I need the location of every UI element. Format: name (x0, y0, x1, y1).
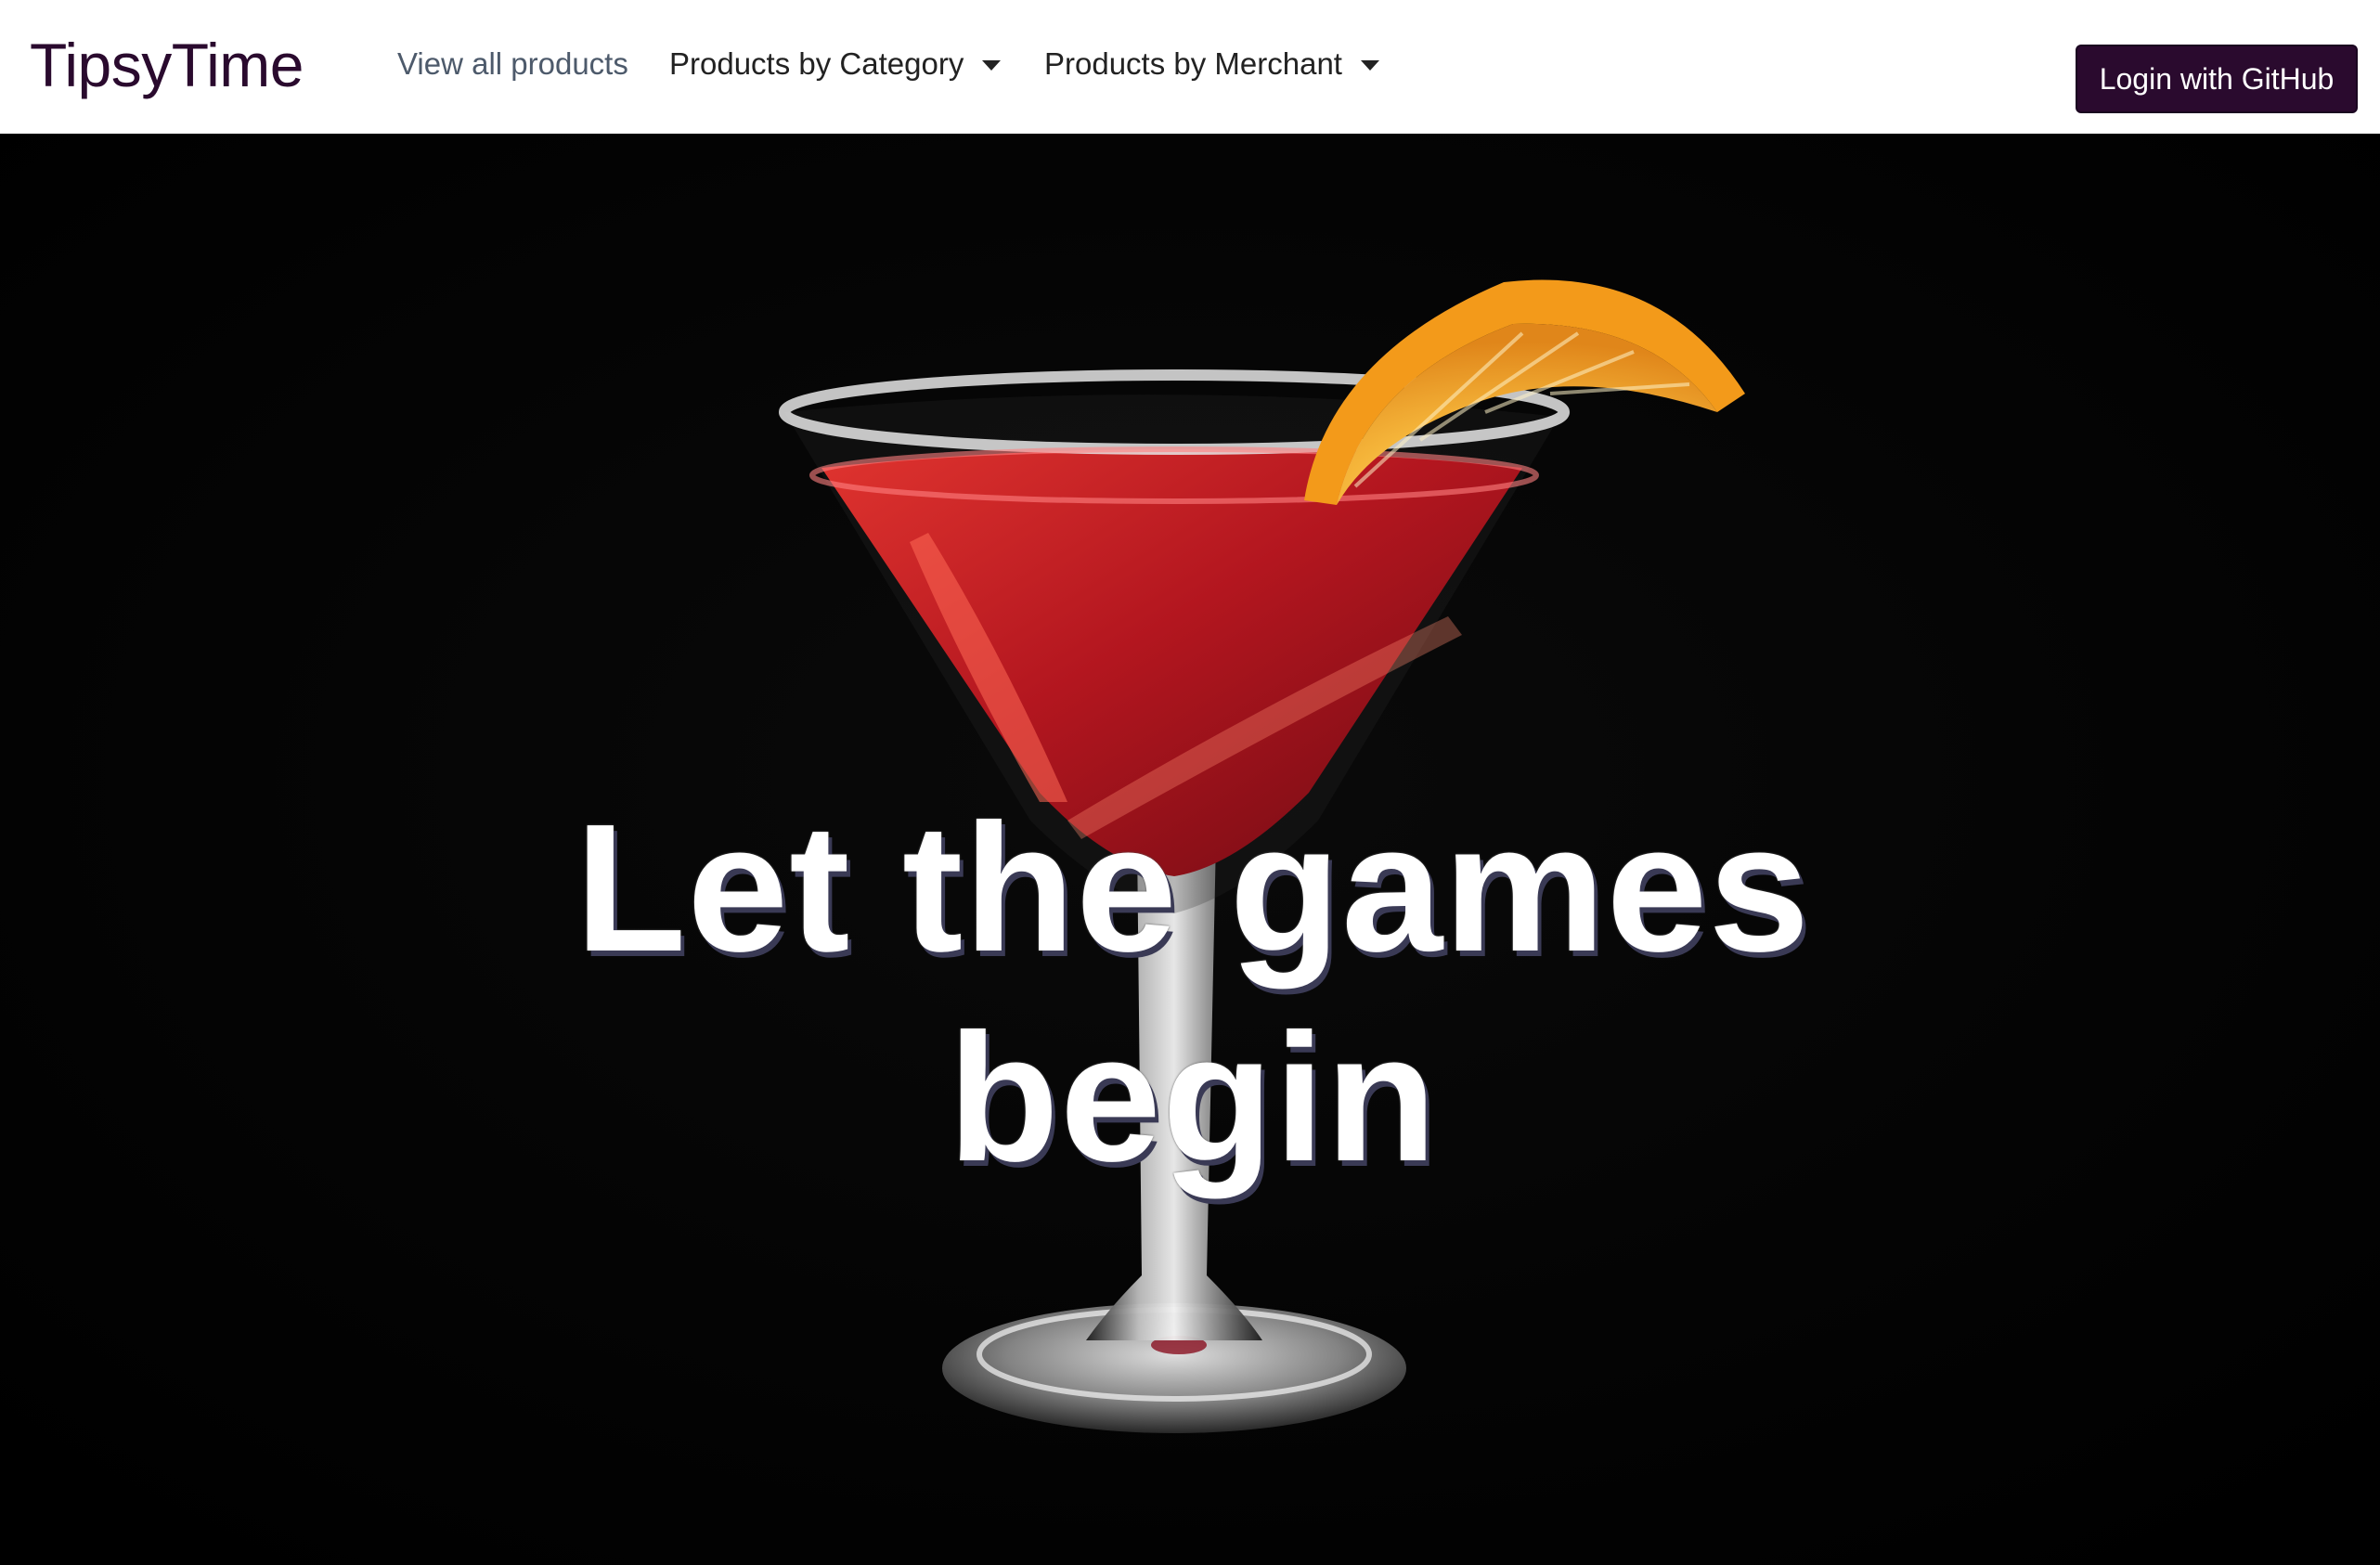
nav-products-by-merchant-dropdown[interactable]: Products by Merchant (1044, 41, 1379, 87)
login-with-github-button[interactable]: Login with GitHub (2076, 45, 2358, 113)
hero-title: Let the games begin (575, 786, 1811, 1199)
caret-down-icon (982, 59, 1002, 71)
nav-view-all-products-label: View all products (397, 46, 628, 81)
nav-products-by-category-dropdown[interactable]: Products by Category (669, 41, 1002, 87)
nav-products-by-merchant-label: Products by Merchant (1044, 46, 1342, 81)
nav-view-all-products[interactable]: View all products (397, 41, 628, 87)
navbar: TipsyTime View all products Products by … (0, 0, 2380, 134)
caret-down-icon (1360, 59, 1379, 71)
brand-logo[interactable]: TipsyTime (30, 28, 304, 102)
nav-products-by-category-label: Products by Category (669, 46, 964, 81)
hero-section: Let the games begin (0, 134, 2380, 1565)
